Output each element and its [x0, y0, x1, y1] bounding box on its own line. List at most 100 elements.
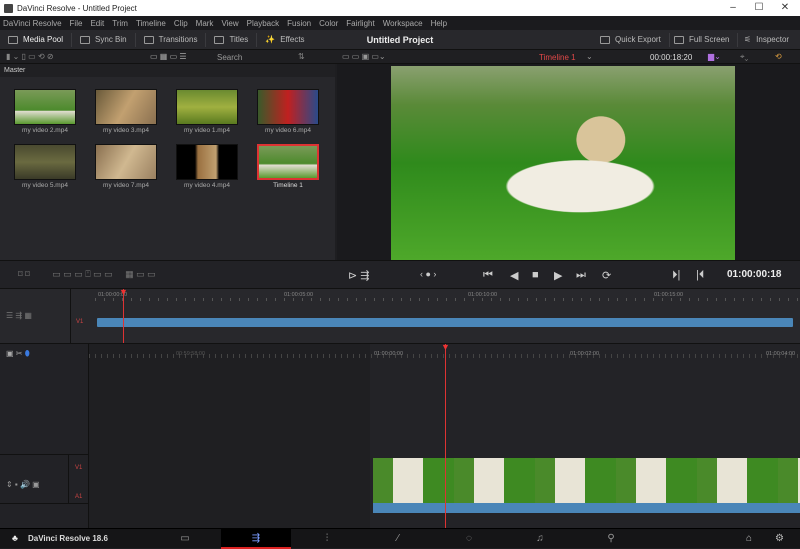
control-bar: ⌑ ⌑ ▭ ▭ ▭ ⍞ ▭ ▭ ▦ ▭ ▭ ⊳ ⇶ ‹ ● › ⏮ ◀ ■ ▶ … — [0, 260, 800, 288]
clip-thumbnail[interactable]: my video 1.mp4 — [175, 89, 239, 134]
menu-mark[interactable]: Mark — [196, 19, 214, 28]
ruler-label: 01:00:00:00 — [374, 351, 404, 357]
maximize-button[interactable]: ☐ — [746, 0, 772, 16]
track-v1-label[interactable]: V1 — [75, 465, 82, 471]
timeline-overview-clip[interactable] — [97, 318, 793, 327]
clip-thumbnail[interactable]: my video 6.mp4 — [256, 89, 320, 134]
home-icon[interactable]: ⌂ — [746, 533, 752, 544]
page-cut[interactable]: ⇶ — [221, 529, 291, 549]
inspector-button[interactable]: ⚟ Inspector — [736, 33, 797, 47]
upper-playhead[interactable] — [123, 289, 124, 344]
lower-playhead[interactable] — [445, 344, 446, 529]
sync-bin-label: Sync Bin — [95, 35, 127, 44]
effects-label: Effects — [280, 35, 305, 44]
menu-davinci[interactable]: DaVinci Resolve — [3, 19, 62, 28]
go-to-end-button[interactable]: ⏭ — [576, 269, 586, 282]
sync-bin-button[interactable]: Sync Bin — [72, 32, 136, 47]
menu-clip[interactable]: Clip — [174, 19, 188, 28]
full-screen-button[interactable]: Full Screen — [666, 32, 739, 47]
menu-fusion[interactable]: Fusion — [287, 19, 311, 28]
page-fairlight[interactable]: ♫ — [505, 529, 575, 549]
toolbar: Untitled Project Media Pool Sync Bin Tra… — [0, 30, 800, 50]
close-button[interactable]: ✕ — [772, 0, 798, 16]
menu-help[interactable]: Help — [431, 19, 447, 28]
play-button[interactable]: ▶ — [554, 269, 562, 282]
playhead-marker-icon[interactable]: ▼ — [119, 287, 128, 297]
menu-playback[interactable]: Playback — [247, 19, 279, 28]
clip-thumbnail[interactable]: my video 2.mp4 — [13, 89, 77, 134]
page-color[interactable]: ◌ — [434, 529, 504, 549]
timeline-selector[interactable]: Timeline 1 — [539, 53, 576, 62]
menu-view[interactable]: View — [221, 19, 238, 28]
timeline-thumbnail[interactable]: Timeline 1 — [256, 144, 320, 189]
go-to-start-button[interactable]: ⏮ — [483, 269, 493, 282]
transitions-label: Transitions — [158, 35, 198, 44]
menu-fairlight[interactable]: Fairlight — [346, 19, 374, 28]
quick-export-button[interactable]: Quick Export — [592, 32, 670, 47]
page-fusion[interactable]: ⁄ — [363, 529, 433, 549]
clip-thumbnail[interactable]: my video 4.mp4 — [175, 144, 239, 189]
source-timecode: 00:00:18:20 — [650, 53, 693, 62]
timeline-view-icons[interactable]: ▣ ✂ ⬮ — [6, 349, 30, 359]
media-pool-icon — [8, 35, 18, 44]
page-deliver[interactable]: ⚲ — [576, 529, 646, 549]
clip-thumbnail[interactable]: my video 3.mp4 — [94, 89, 158, 134]
app-logo-icon — [4, 3, 13, 13]
clip-thumbnail[interactable]: my video 7.mp4 — [94, 144, 158, 189]
undo-icon[interactable]: ⟲ — [775, 52, 782, 61]
full-screen-icon — [674, 35, 684, 44]
track-control-icons[interactable]: ⇕ ▪ 🔊 ▣ — [6, 480, 40, 489]
search-input[interactable]: Search — [217, 53, 242, 62]
playback-options-icon[interactable]: ⊳ ⇶ — [348, 269, 370, 282]
clip-name: my video 7.mp4 — [103, 182, 149, 189]
loop-button[interactable]: ⟳ — [602, 269, 611, 282]
page-media[interactable]: ▭ — [150, 529, 220, 549]
audio-clip[interactable] — [373, 503, 800, 513]
mark-out-button[interactable]: |⏴ — [696, 269, 704, 282]
ruler-label: 01:00:04:00 — [766, 351, 796, 357]
media-pool-button[interactable]: Media Pool — [0, 32, 73, 47]
menu-workspace[interactable]: Workspace — [383, 19, 423, 28]
menu-file[interactable]: File — [70, 19, 83, 28]
page-edit[interactable]: ⫶ — [292, 529, 362, 549]
transform-icon[interactable]: ⌖⌄ — [740, 52, 748, 62]
viewer-layout-icons[interactable]: ▭ ▭ ▣ ▭⌄ — [342, 52, 386, 61]
titles-button[interactable]: Titles — [206, 32, 258, 47]
settings-gear-icon[interactable]: ⚙ — [775, 533, 784, 544]
transitions-icon — [143, 35, 154, 44]
inspector-label: Inspector — [756, 35, 790, 44]
full-screen-label: Full Screen — [689, 35, 730, 44]
playhead-marker-icon[interactable]: ▼ — [441, 342, 450, 352]
upper-ruler[interactable] — [95, 289, 800, 301]
ruler-label: 00:59:58:00 — [176, 351, 206, 357]
media-pool-label: Media Pool — [23, 35, 64, 44]
effects-wand-icon: ✨ — [265, 35, 276, 44]
minimize-button[interactable]: – — [720, 0, 746, 16]
view-mode-icons[interactable]: ▭ ▦ ▭ ☰ — [150, 52, 187, 61]
menu-timeline[interactable]: Timeline — [136, 19, 166, 28]
menu-color[interactable]: Color — [319, 19, 338, 28]
stop-button[interactable]: ■ — [532, 269, 539, 281]
ruler-label: 01:00:10:00 — [468, 292, 498, 298]
quick-export-label: Quick Export — [615, 35, 661, 44]
clip-thumbnail[interactable]: my video 5.mp4 — [13, 144, 77, 189]
clip-name: Timeline 1 — [273, 182, 303, 189]
video-clip[interactable] — [373, 458, 800, 503]
sync-bin-icon — [80, 35, 91, 44]
bin-name: Master — [0, 64, 335, 77]
clip-color-icon[interactable]: ▆⌄ — [708, 52, 721, 61]
mark-in-button[interactable]: ⏵| — [672, 269, 680, 282]
secondary-toolbar: ▮ ⌄ ▯ ▭ ⟲ ⊘ ▭ ▦ ▭ ☰ Search ⇅ ▭ ▭ ▣ ▭⌄ Ti… — [0, 50, 800, 64]
effects-button[interactable]: ✨ Effects — [257, 33, 312, 47]
menu-edit[interactable]: Edit — [90, 19, 104, 28]
edit-tool-icons[interactable]: ⌑ ⌑ ▭ ▭ ▭ ⍞ ▭ ▭ ▦ ▭ ▭ — [18, 269, 156, 280]
jog-control[interactable]: ‹ ● › — [420, 269, 436, 279]
play-reverse-button[interactable]: ◀ — [510, 269, 518, 282]
transitions-button[interactable]: Transitions — [136, 32, 207, 47]
timeline-dropdown-icon[interactable]: ⌄ — [586, 52, 593, 61]
track-a1-label[interactable]: A1 — [75, 494, 82, 500]
menu-trim[interactable]: Trim — [112, 19, 128, 28]
bin-list-toggle-icon[interactable]: ▮ ⌄ ▯ ▭ ⟲ ⊘ — [6, 52, 54, 61]
track-tool-icons[interactable]: ☰ ⇶ ▦ — [6, 311, 32, 320]
sort-icon[interactable]: ⇅ — [298, 52, 305, 61]
